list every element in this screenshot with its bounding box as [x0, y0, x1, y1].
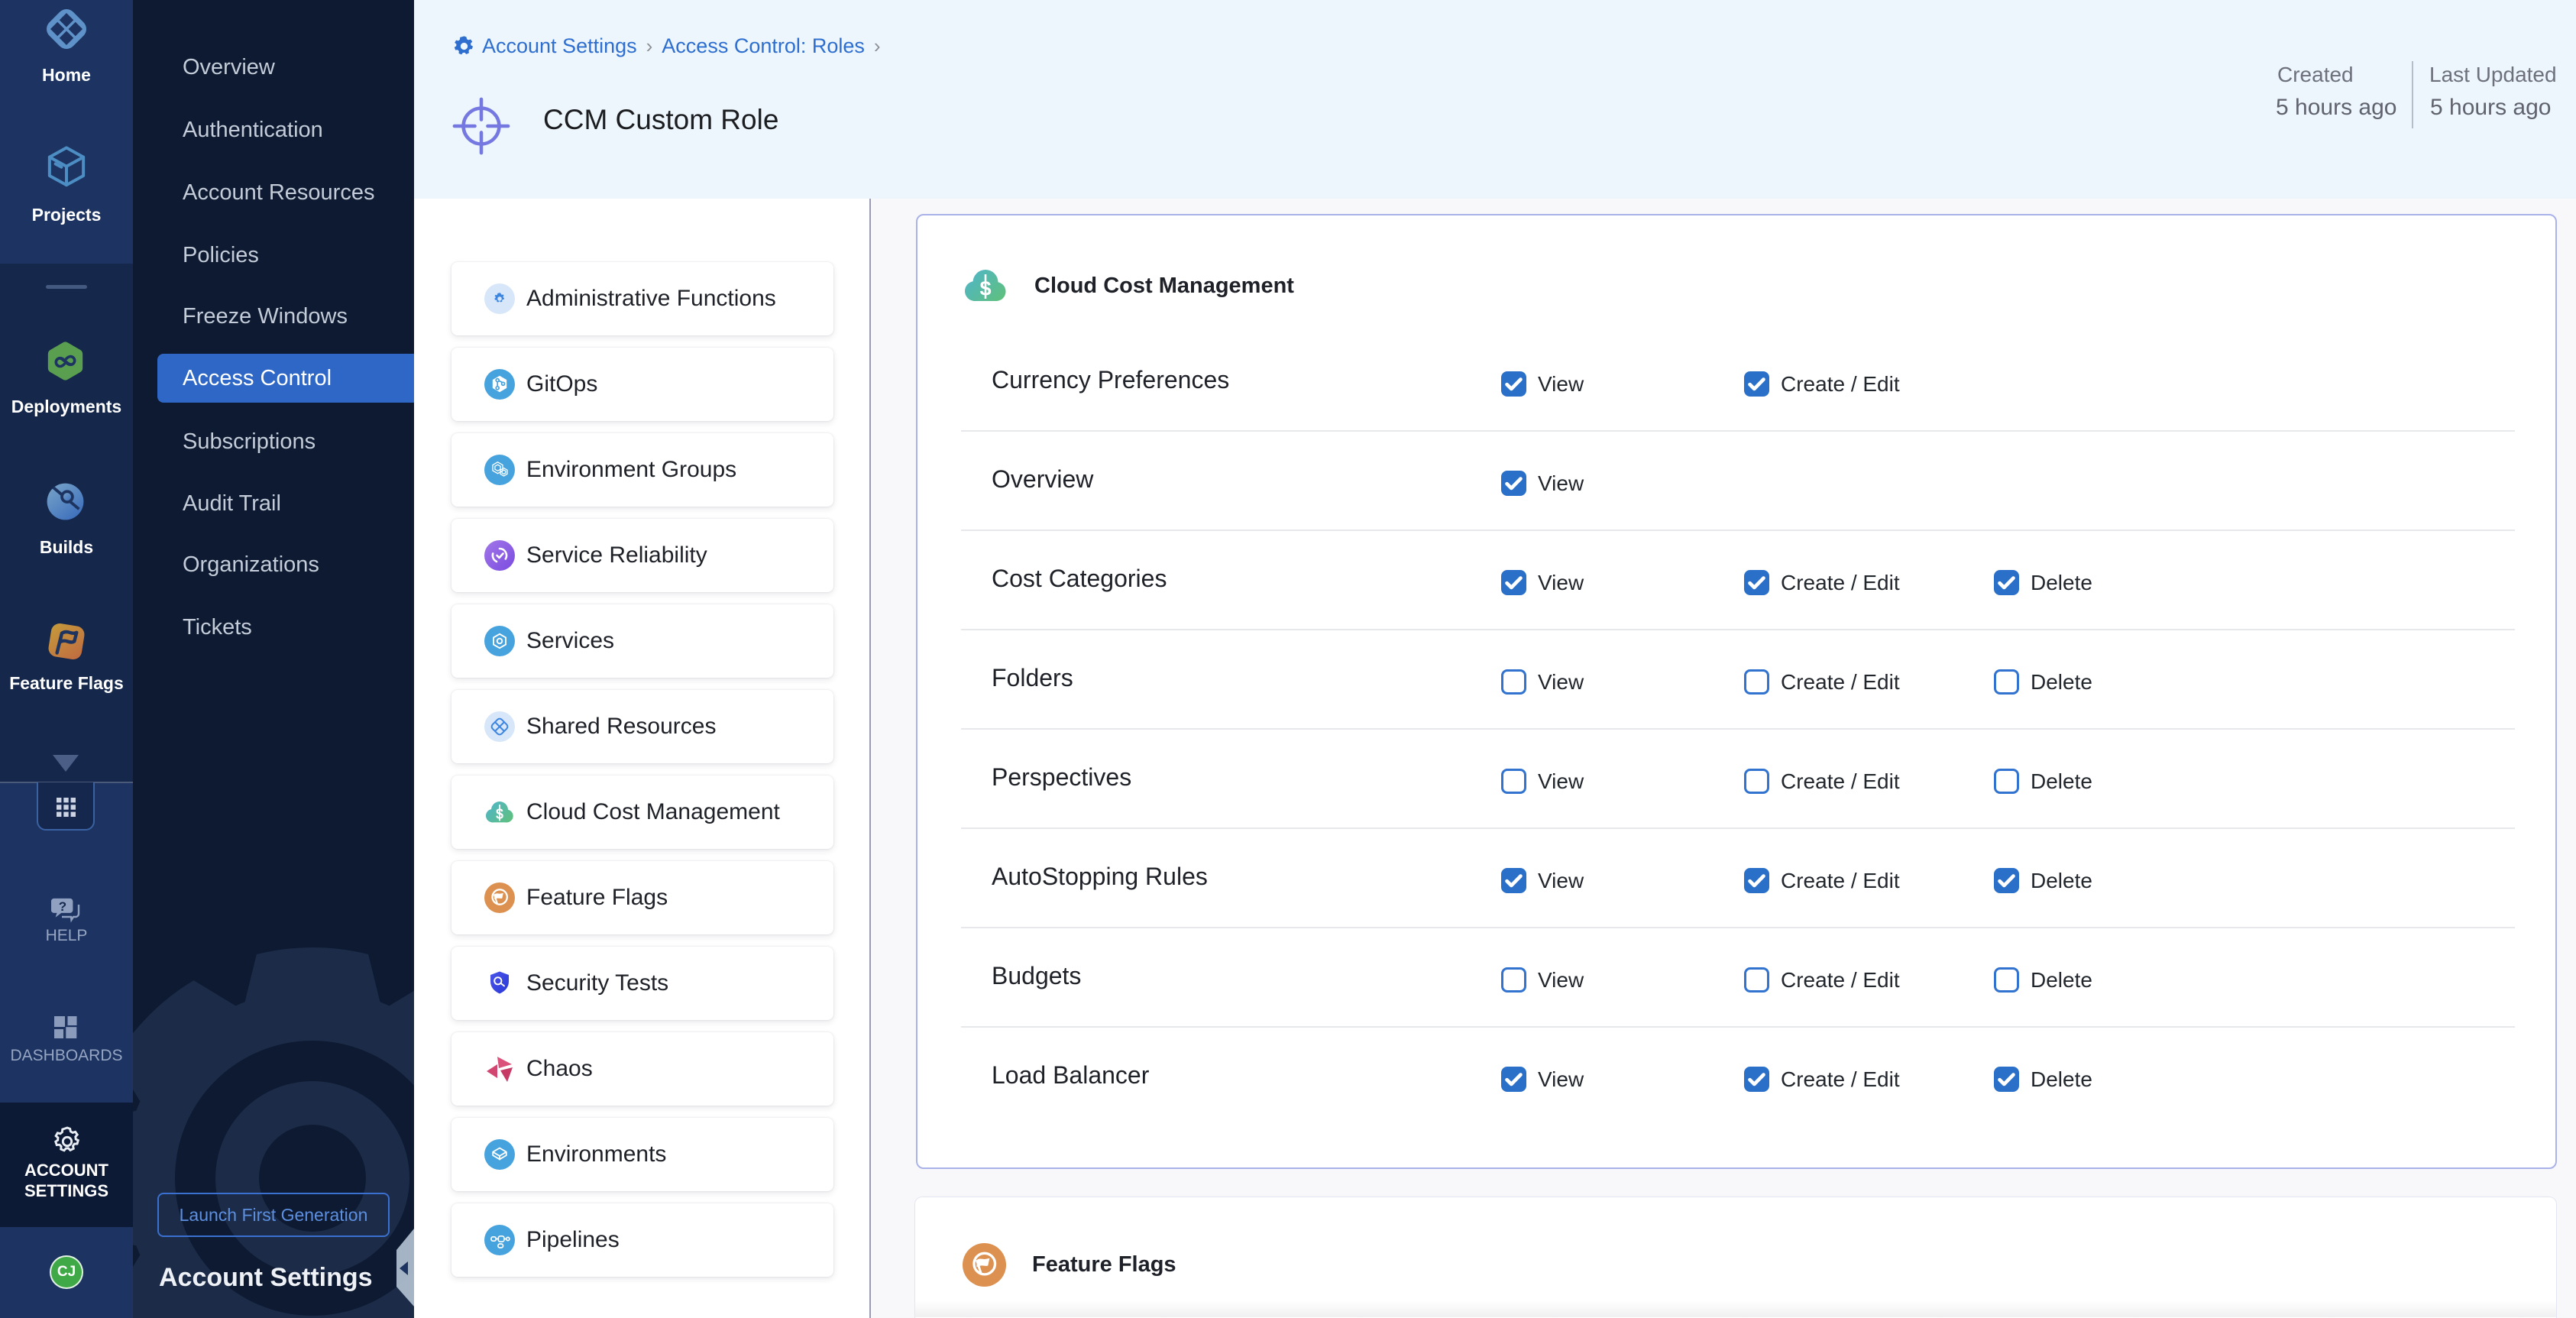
svg-text:$: $: [496, 806, 503, 821]
svg-text:?: ?: [59, 899, 66, 914]
svg-text:$: $: [979, 277, 991, 300]
